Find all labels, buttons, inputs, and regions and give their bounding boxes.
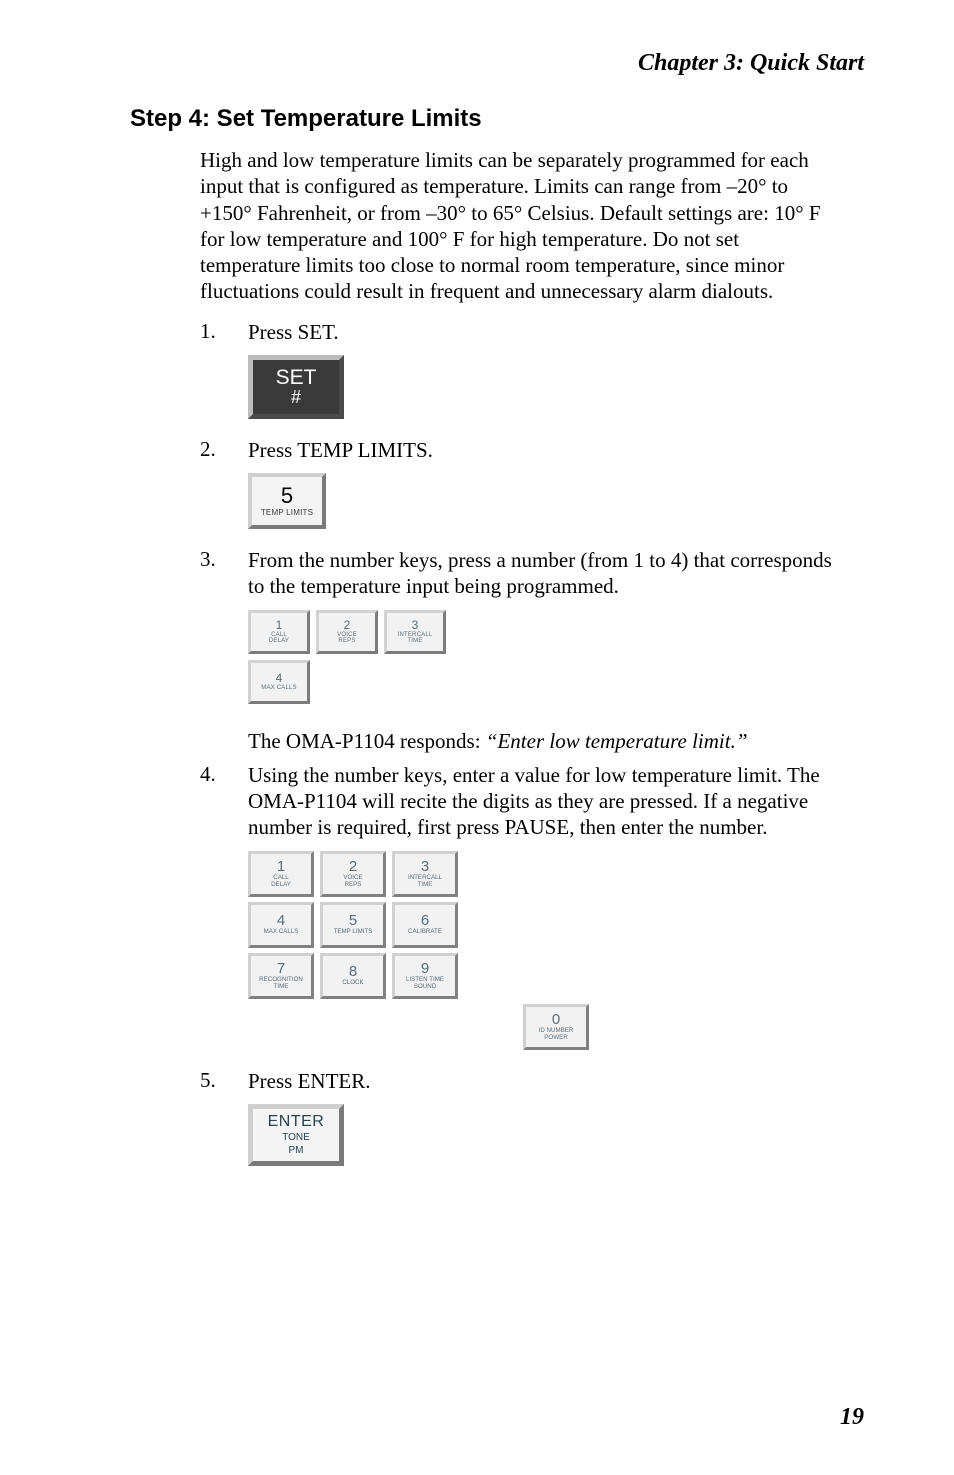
- response-quote: “Enter low temperature limit.”: [486, 729, 748, 753]
- step-3: 3. From the number keys, press a number …: [200, 547, 834, 600]
- key-3: 3 INTERCALLTIME: [384, 610, 446, 654]
- step-text: From the number keys, press a number (fr…: [248, 547, 834, 600]
- device-response: The OMA-P1104 responds: “Enter low tempe…: [248, 728, 834, 754]
- page-number: 19: [840, 1404, 864, 1431]
- key-number: 5: [281, 485, 293, 507]
- keys-1-4-grid: 1 CALLDELAY 2 VOICEREPS 3 INTERCALLTIME …: [248, 610, 446, 710]
- key-label: INTERCALLTIME: [408, 875, 442, 888]
- step-text: Press TEMP LIMITS.: [248, 437, 834, 463]
- step-text: Press SET.: [248, 319, 834, 345]
- full-keypad: 1CALLDELAY 2VOICEREPS 3INTERCALLTIME 4MA…: [248, 851, 864, 1050]
- key-label: LISTEN TIMESOUND: [406, 977, 444, 990]
- key-label: TEMP LIMITS: [334, 929, 373, 936]
- set-button-figure: SET #: [248, 355, 864, 419]
- enter-button-figure: ENTER TONE PM: [248, 1104, 864, 1166]
- step-number: 5.: [200, 1068, 248, 1094]
- step-5: 5. Press ENTER.: [200, 1068, 834, 1094]
- keypad-key-8: 8CLOCK: [320, 953, 386, 999]
- key-number: 7: [277, 961, 285, 976]
- enter-label: ENTER: [268, 1114, 325, 1130]
- tone-label: TONE: [282, 1132, 310, 1143]
- keypad-key-1: 1CALLDELAY: [248, 851, 314, 897]
- key-label: MAX CALLS: [264, 929, 299, 936]
- key-label: CLOCK: [342, 980, 363, 987]
- keypad-key-5: 5TEMP LIMITS: [320, 902, 386, 948]
- intro-paragraph: High and low temperature limits can be s…: [200, 147, 834, 305]
- key-number: 1: [277, 859, 285, 874]
- key-label: MAX CALLS: [261, 685, 296, 691]
- step-2: 2. Press TEMP LIMITS.: [200, 437, 834, 463]
- key-label: CALLDELAY: [269, 632, 289, 645]
- key-label: VOICEREPS: [337, 632, 357, 645]
- chapter-header: Chapter 3: Quick Start: [90, 50, 864, 77]
- step-4: 4. Using the number keys, enter a value …: [200, 762, 834, 841]
- key-label: TEMP LIMITS: [261, 508, 313, 517]
- keypad-key-2: 2VOICEREPS: [320, 851, 386, 897]
- key-label: INTERCALLTIME: [398, 632, 433, 645]
- step-title: Step 4: Set Temperature Limits: [130, 105, 864, 133]
- key-label: RECOGNITIONTIME: [259, 977, 303, 990]
- step-number: 2.: [200, 437, 248, 463]
- step-text: Press ENTER.: [248, 1068, 834, 1094]
- full-keypad-figure: 1CALLDELAY 2VOICEREPS 3INTERCALLTIME 4MA…: [248, 851, 864, 1050]
- hash-label: #: [291, 388, 301, 406]
- key-label: ID NUMBERPOWER: [539, 1028, 574, 1041]
- key-number: 2: [349, 859, 357, 874]
- key-number: 4: [276, 672, 283, 684]
- step-1: 1. Press SET.: [200, 319, 834, 345]
- key-number: 9: [421, 961, 429, 976]
- pm-label: PM: [289, 1145, 304, 1156]
- step-number: 4.: [200, 762, 248, 841]
- step-number: 3.: [200, 547, 248, 600]
- key-label: CALIBRATE: [408, 929, 442, 936]
- keypad-key-3: 3INTERCALLTIME: [392, 851, 458, 897]
- keypad-key-7: 7RECOGNITIONTIME: [248, 953, 314, 999]
- key-label: VOICEREPS: [343, 875, 362, 888]
- step-number: 1.: [200, 319, 248, 345]
- response-prefix: The OMA-P1104 responds:: [248, 729, 486, 753]
- key-2: 2 VOICEREPS: [316, 610, 378, 654]
- key-5-temp-limits: 5 TEMP LIMITS: [248, 473, 326, 529]
- keypad-key-0: 0ID NUMBERPOWER: [523, 1004, 589, 1050]
- keypad-key-6: 6CALIBRATE: [392, 902, 458, 948]
- key-number: 1: [276, 619, 283, 631]
- set-button: SET #: [248, 355, 344, 419]
- key-1: 1 CALLDELAY: [248, 610, 310, 654]
- key-number: 3: [421, 859, 429, 874]
- key-number: 0: [552, 1012, 560, 1027]
- key-number: 3: [412, 619, 419, 631]
- key-label: CALLDELAY: [271, 875, 291, 888]
- key-number: 2: [344, 619, 351, 631]
- keys-1-4-figure: 1 CALLDELAY 2 VOICEREPS 3 INTERCALLTIME …: [248, 610, 864, 710]
- keypad-key-9: 9LISTEN TIMESOUND: [392, 953, 458, 999]
- key-number: 6: [421, 913, 429, 928]
- key5-figure: 5 TEMP LIMITS: [248, 473, 864, 529]
- step-text: Using the number keys, enter a value for…: [248, 762, 834, 841]
- key-number: 8: [349, 964, 357, 979]
- enter-button: ENTER TONE PM: [248, 1104, 344, 1166]
- key-number: 5: [349, 913, 357, 928]
- set-label: SET: [276, 367, 317, 388]
- key-number: 4: [277, 913, 285, 928]
- keypad-key-4: 4MAX CALLS: [248, 902, 314, 948]
- key-4: 4 MAX CALLS: [248, 660, 310, 704]
